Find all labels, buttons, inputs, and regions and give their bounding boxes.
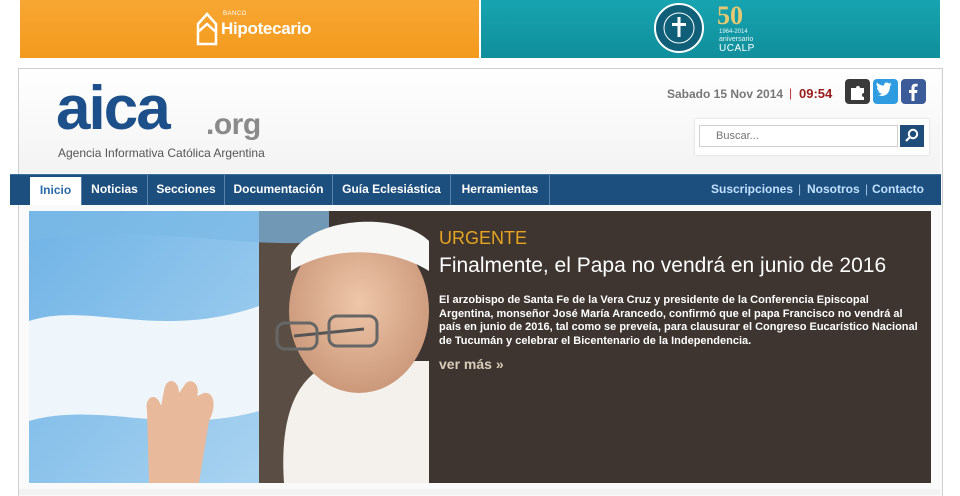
banner-bank-label: BANCO <box>223 11 247 17</box>
university-name: UCALP <box>719 43 755 54</box>
nav-item-documentacion[interactable]: Documentación <box>225 175 333 205</box>
story-headline[interactable]: Finalmente, el Papa no vendrá en junio d… <box>439 254 886 278</box>
nav-item-guia-eclesiastica[interactable]: Guía Eclesiástica <box>333 175 451 205</box>
content-area-top <box>19 489 940 495</box>
read-more-link[interactable]: ver más » <box>439 356 504 372</box>
nav-separator: | <box>798 182 802 196</box>
search-input[interactable] <box>699 125 898 147</box>
nav-item-herramientas[interactable]: Herramientas <box>451 175 550 205</box>
nav-separator: | <box>865 182 869 196</box>
featured-story-photo[interactable] <box>29 211 429 483</box>
logo-domain: .org <box>206 108 261 141</box>
current-date: Sabado 15 Nov 2014 <box>667 87 784 101</box>
site-subtitle: Agencia Informativa Católica Argentina <box>58 146 265 160</box>
story-tag: URGENTE <box>439 228 528 248</box>
main-nav: Inicio Noticias Secciones Documentación … <box>10 174 941 205</box>
banner-bank-name: Hipotecario <box>221 19 312 38</box>
nav-item-noticias[interactable]: Noticias <box>82 175 148 205</box>
nav-link-suscripciones[interactable]: Suscripciones <box>711 175 793 205</box>
nav-item-secciones[interactable]: Secciones <box>148 175 225 205</box>
nav-item-inicio[interactable]: Inicio <box>30 177 82 205</box>
current-time: 09:54 <box>799 86 833 101</box>
date-separator: | <box>789 86 793 100</box>
house-icon <box>196 12 218 46</box>
anniversary-label: aniversario <box>719 36 754 43</box>
story-summary: El arzobispo de Santa Fe de la Vera Cruz… <box>439 294 918 347</box>
facebook-icon[interactable] <box>901 79 926 104</box>
anniversary-number: 50 <box>717 1 743 30</box>
seal-icon <box>654 3 704 53</box>
twitter-icon[interactable] <box>873 79 898 104</box>
featured-story[interactable]: URGENTE Finalmente, el Papa no vendrá en… <box>29 211 931 483</box>
search-icon <box>905 128 919 142</box>
nav-link-contacto[interactable]: Contacto <box>872 175 924 205</box>
search-box <box>695 119 929 155</box>
puzzle-icon[interactable] <box>845 79 870 104</box>
ucalp-banner[interactable]: 50 1964-2014 aniversario UCALP <box>481 0 940 58</box>
banco-hipotecario-banner[interactable]: BANCO Hipotecario <box>20 0 479 58</box>
search-button[interactable] <box>900 125 924 147</box>
featured-story-content: URGENTE Finalmente, el Papa no vendrá en… <box>429 211 931 483</box>
anniversary-years: 1964-2014 <box>719 29 748 35</box>
nav-link-nosotros[interactable]: Nosotros <box>807 175 860 205</box>
logo-wordmark: aica <box>56 74 171 143</box>
